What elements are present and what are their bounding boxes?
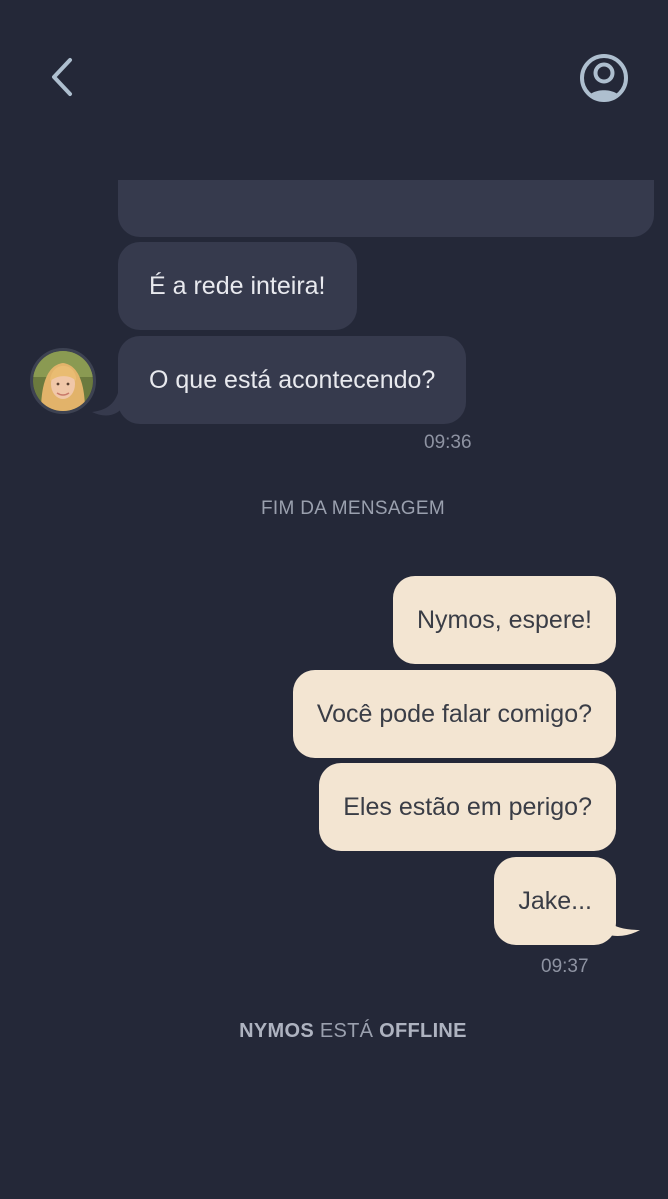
contact-photo xyxy=(33,351,93,411)
back-button[interactable] xyxy=(44,52,84,102)
message-bubble-incoming-partial xyxy=(118,180,654,237)
message-bubble-outgoing: Jake... xyxy=(494,857,616,945)
chevron-left-icon xyxy=(52,58,72,96)
message-bubble-outgoing: Nymos, espere! xyxy=(392,576,616,664)
message-text: Nymos, espere! xyxy=(416,606,592,634)
message-bubble-incoming: O que está acontecendo? xyxy=(118,336,467,424)
message-text: Você pode falar comigo? xyxy=(316,700,592,728)
status-connector: ESTÁ xyxy=(319,1020,374,1042)
message-bubble-incoming: É a rede inteira! xyxy=(118,242,357,330)
timestamp: 09:37 xyxy=(541,956,589,977)
contact-name: NYMOS xyxy=(239,1020,315,1042)
message-text: É a rede inteira! xyxy=(149,272,326,300)
profile-button[interactable] xyxy=(578,52,630,104)
status-state: OFFLINE xyxy=(379,1020,467,1042)
chat-header xyxy=(0,0,668,150)
message-bubble-outgoing: Você pode falar comigo? xyxy=(292,670,616,758)
contact-status: NYMOS ESTÁ OFFLINE xyxy=(0,1020,668,1043)
timestamp: 09:36 xyxy=(424,432,472,453)
message-text: Eles estão em perigo? xyxy=(343,793,592,821)
message-bubble-outgoing: Eles estão em perigo? xyxy=(319,763,616,851)
avatar[interactable] xyxy=(30,348,96,414)
user-circle-icon xyxy=(580,54,628,102)
message-list[interactable]: É a rede inteira! O que está acontecendo… xyxy=(0,180,668,1199)
end-of-message-notice: FIM DA MENSAGEM xyxy=(261,498,445,519)
message-text: Jake... xyxy=(518,887,592,915)
message-text: O que está acontecendo? xyxy=(149,366,436,394)
